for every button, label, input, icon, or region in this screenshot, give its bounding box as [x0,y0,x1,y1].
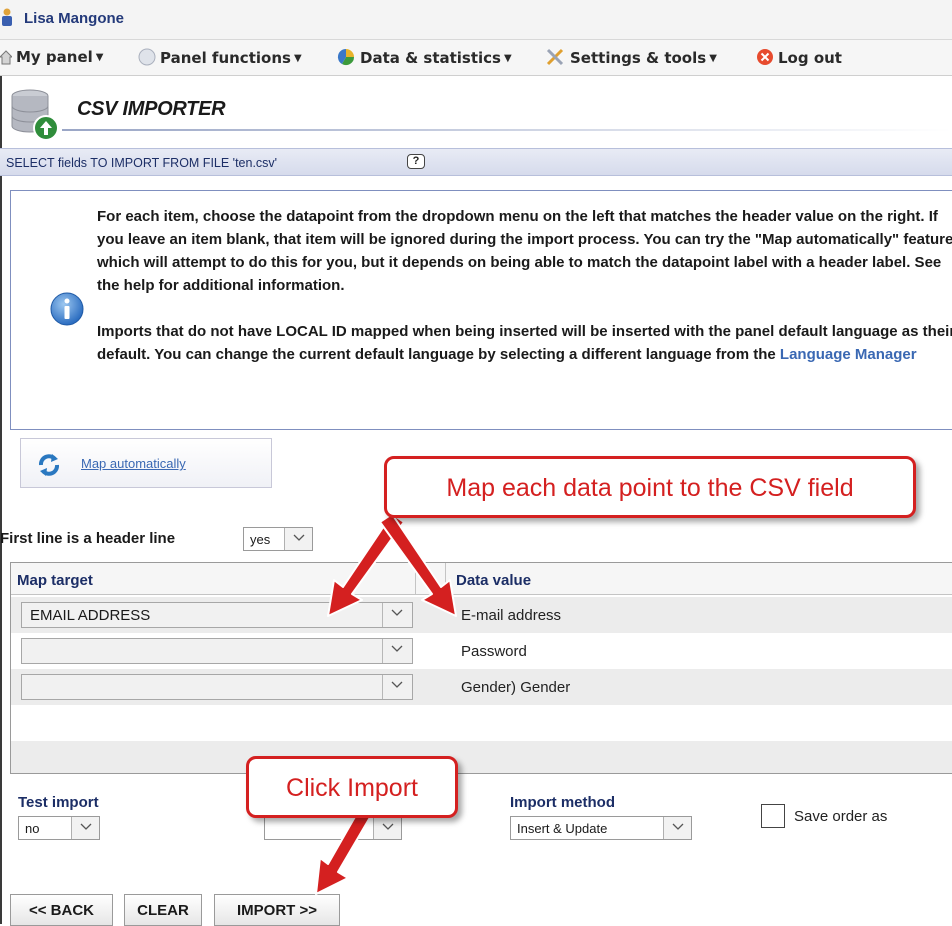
col-header-spacer [416,563,446,595]
import-method-select[interactable]: Insert & Update [510,816,692,840]
table-row: Password [11,633,952,669]
back-button[interactable]: << BACK [10,894,113,926]
chevron-down-icon [293,534,305,541]
chevron-down-icon [672,823,684,830]
tools-icon [546,48,564,66]
table-row: Gender) Gender [11,669,952,705]
menu-data-statistics[interactable]: Data & statistics ▼ [336,48,512,67]
map-automatically-button[interactable]: Map automatically [20,438,272,488]
header-line-label: First line is a header line [0,530,176,547]
chevron-down-icon [382,823,394,830]
chart-icon [337,48,355,66]
save-order-checkbox[interactable] [761,804,785,828]
select-fields-bar: SELECT fields TO IMPORT FROM FILE 'ten.c… [0,148,952,176]
select-fields-text: SELECT fields TO IMPORT FROM FILE 'ten.c… [6,156,278,170]
chevron-down-icon [391,609,403,616]
user-icon [2,8,12,26]
home-icon [0,50,12,65]
data-value-gender: Gender) Gender [461,679,571,696]
user-bar: Lisa Mangone [0,0,952,40]
callout-map-fields: Map each data point to the CSV field [384,456,916,518]
logout-icon [757,49,773,65]
info-paragraph-1: For each item, choose the datapoint from… [97,208,952,294]
chevron-down-icon [80,823,92,830]
callout-click-import: Click Import [246,756,458,818]
col-header-map-target: Map target [11,563,416,595]
chevron-down-icon [391,645,403,652]
map-automatically-link[interactable]: Map automatically [81,456,186,471]
menu-settings-tools[interactable]: Settings & tools ▼ [546,48,717,67]
info-box: For each item, choose the datapoint from… [10,190,952,430]
help-icon[interactable]: ? [407,154,425,169]
refresh-icon [39,454,59,476]
map-target-select-gender[interactable] [21,674,413,700]
database-upload-icon [11,89,59,141]
header-line-select[interactable]: yes [243,527,313,551]
map-table: Map target Data value EMAIL ADDRESS E-ma… [10,562,952,774]
panel-icon [138,48,156,66]
info-paragraph-2: Imports that do not have LOCAL ID mapped… [97,323,952,363]
menu-log-out[interactable]: Log out [756,48,842,67]
table-row-empty [11,705,952,741]
chevron-down-icon [391,681,403,688]
clear-button[interactable]: CLEAR [124,894,202,926]
language-manager-link[interactable]: Language Manager [780,346,917,363]
page-title: CSV IMPORTER [77,98,226,120]
title-divider [62,129,952,131]
hidden-select[interactable] [264,816,402,840]
test-import-label: Test import [18,794,99,811]
import-button[interactable]: IMPORT >> [214,894,340,926]
menu-my-panel[interactable]: My panel ▼ [0,48,103,66]
info-icon [50,292,84,326]
data-value-email: E-mail address [461,607,562,624]
importer-header: CSV IMPORTER [0,82,952,146]
save-order-label: Save order as [794,808,888,825]
col-header-data-value: Data value [446,563,952,595]
table-row-empty [11,741,952,773]
user-name[interactable]: Lisa Mangone [24,10,124,27]
map-target-select-password[interactable] [21,638,413,664]
map-target-select-email[interactable]: EMAIL ADDRESS [21,602,413,628]
menu-bar: My panel ▼ Panel functions ▼ Data & statis… [0,40,952,76]
menu-panel-functions[interactable]: Panel functions ▼ [138,48,302,67]
data-value-password: Password [461,643,527,660]
info-text: For each item, choose the datapoint from… [97,205,952,389]
table-row: EMAIL ADDRESS E-mail address [11,597,952,633]
test-import-select[interactable]: no [18,816,100,840]
import-method-label: Import method [510,794,615,811]
